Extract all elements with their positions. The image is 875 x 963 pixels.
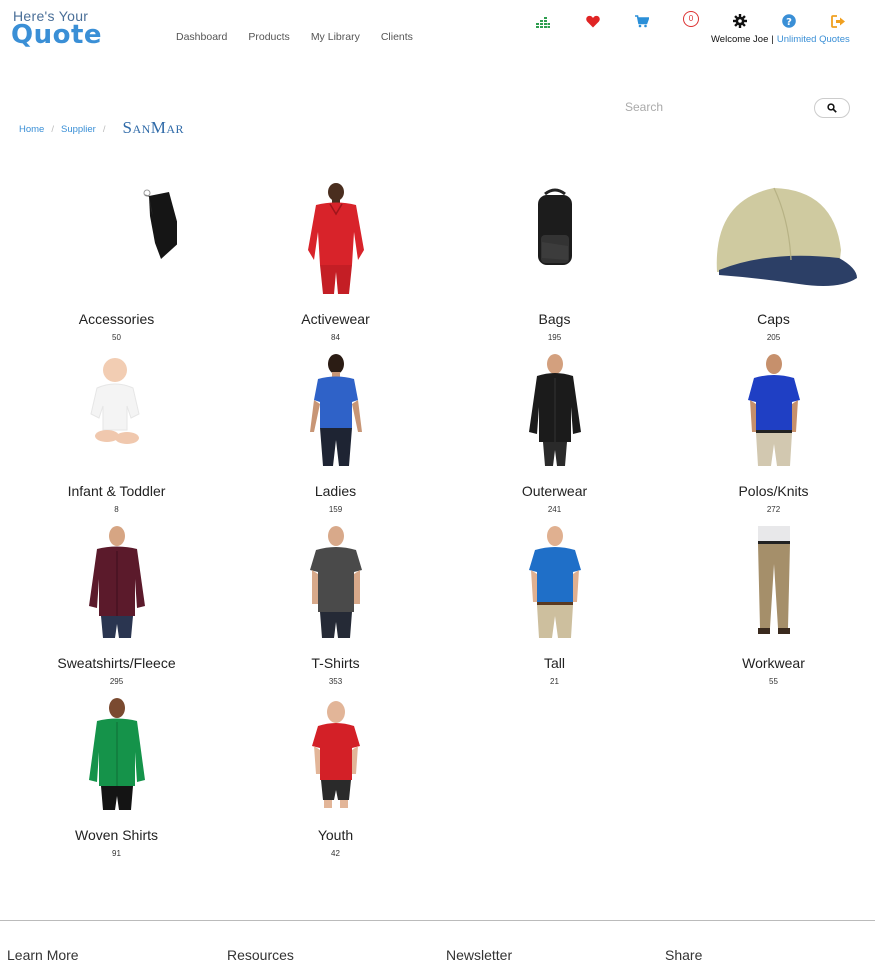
category-name: Polos/Knits — [738, 483, 809, 499]
welcome-separator: | — [771, 34, 774, 45]
footer-newsletter: Newsletter — [446, 947, 513, 963]
category-card-t-shirts[interactable]: T-Shirts 353 — [226, 524, 445, 696]
category-count: 91 — [112, 849, 121, 858]
category-name: Youth — [317, 827, 354, 843]
search-button[interactable] — [814, 98, 850, 118]
category-name: Tall — [543, 655, 565, 671]
category-image-ladies — [276, 352, 396, 468]
category-image-bags — [495, 180, 615, 296]
category-card-infant-toddler[interactable]: Infant & Toddler 8 — [7, 352, 226, 524]
category-count: 295 — [109, 677, 124, 686]
category-name: Sweatshirts/Fleece — [57, 655, 176, 671]
nav-my-library[interactable]: My Library — [311, 31, 360, 43]
category-card-activewear[interactable]: Activewear 84 — [226, 180, 445, 352]
category-card-outerwear[interactable]: Outerwear 241 — [445, 352, 664, 524]
breadcrumb-supplier[interactable]: Supplier — [61, 124, 96, 135]
footer-share: Share — [665, 947, 703, 963]
category-count: 42 — [331, 849, 340, 858]
category-image-tall — [495, 524, 615, 640]
breadcrumb-separator: / — [102, 123, 106, 135]
category-image-infant-toddler — [57, 352, 177, 468]
category-count: 195 — [547, 333, 562, 342]
stats-icon[interactable] — [533, 12, 553, 30]
category-image-caps — [689, 180, 859, 296]
category-card-polos-knits[interactable]: Polos/Knits 272 — [664, 352, 875, 524]
settings-gear-icon[interactable] — [730, 12, 750, 30]
category-name: Ladies — [314, 483, 357, 499]
category-count: 55 — [769, 677, 778, 686]
category-name: Outerwear — [521, 483, 588, 499]
category-card-caps[interactable]: Caps 205 — [664, 180, 875, 352]
category-image-outerwear — [495, 352, 615, 468]
help-icon[interactable]: ? — [779, 12, 799, 30]
category-count: 241 — [547, 505, 562, 514]
favorites-heart-icon[interactable] — [583, 12, 603, 30]
header-icon-bar: 0 ? — [530, 10, 860, 32]
category-card-workwear[interactable]: Workwear 55 — [664, 524, 875, 696]
breadcrumb: Home / Supplier / SanMar — [19, 118, 185, 139]
category-name: Accessories — [78, 311, 155, 327]
category-image-polos-knits — [714, 352, 834, 468]
nav-products[interactable]: Products — [248, 31, 289, 43]
category-count: 50 — [112, 333, 121, 342]
category-count: 272 — [766, 505, 781, 514]
category-card-accessories[interactable]: Accessories 50 — [7, 180, 226, 352]
search-input[interactable] — [619, 97, 809, 117]
svg-text:?: ? — [786, 17, 792, 28]
footer-divider — [0, 920, 875, 921]
category-card-tall[interactable]: Tall 21 — [445, 524, 664, 696]
category-name: Bags — [538, 311, 571, 327]
category-image-accessories — [57, 180, 177, 296]
logo-line-2: Quote — [11, 20, 103, 50]
breadcrumb-separator: / — [51, 123, 54, 135]
category-image-t-shirts — [276, 524, 396, 640]
category-image-activewear — [276, 180, 396, 296]
logout-icon[interactable] — [828, 12, 848, 30]
supplier-logo-sanmar: SanMar — [122, 118, 185, 137]
category-card-woven-shirts[interactable]: Woven Shirts 91 — [7, 696, 226, 868]
footer-resources: Resources — [227, 947, 294, 963]
nav-clients[interactable]: Clients — [381, 31, 413, 43]
category-image-woven-shirts — [57, 696, 177, 812]
unlimited-quotes-link[interactable]: Unlimited Quotes — [777, 34, 850, 45]
site-logo[interactable]: Here's Your Quote — [11, 9, 121, 50]
category-name: Infant & Toddler — [67, 483, 166, 499]
category-name: Workwear — [742, 655, 805, 671]
breadcrumb-home[interactable]: Home — [19, 124, 44, 135]
category-name: Activewear — [301, 311, 370, 327]
category-name: Caps — [757, 311, 790, 327]
nav-dashboard[interactable]: Dashboard — [176, 31, 227, 43]
category-card-ladies[interactable]: Ladies 159 — [226, 352, 445, 524]
category-image-workwear — [714, 524, 834, 640]
footer-learn-more: Learn More — [7, 947, 79, 963]
category-count: 84 — [331, 333, 340, 342]
main-nav: Dashboard Products My Library Clients — [176, 31, 434, 43]
category-card-bags[interactable]: Bags 195 — [445, 180, 664, 352]
cart-icon[interactable] — [632, 12, 652, 30]
category-count: 205 — [766, 333, 781, 342]
search-icon — [827, 103, 837, 113]
welcome-bar: Welcome Joe | Unlimited Quotes — [711, 34, 850, 45]
category-image-youth — [276, 696, 396, 812]
cart-count-badge[interactable]: 0 — [681, 10, 701, 28]
category-image-sweatshirts-fleece — [57, 524, 177, 640]
category-card-sweatshirts-fleece[interactable]: Sweatshirts/Fleece 295 — [7, 524, 226, 696]
category-count: 159 — [328, 505, 343, 514]
category-card-youth[interactable]: Youth 42 — [226, 696, 445, 868]
category-count: 21 — [550, 677, 559, 686]
category-count: 353 — [328, 677, 343, 686]
category-name: T-Shirts — [311, 655, 360, 671]
category-count: 8 — [114, 505, 119, 514]
welcome-text: Welcome Joe — [711, 34, 769, 45]
category-name: Woven Shirts — [75, 827, 158, 843]
